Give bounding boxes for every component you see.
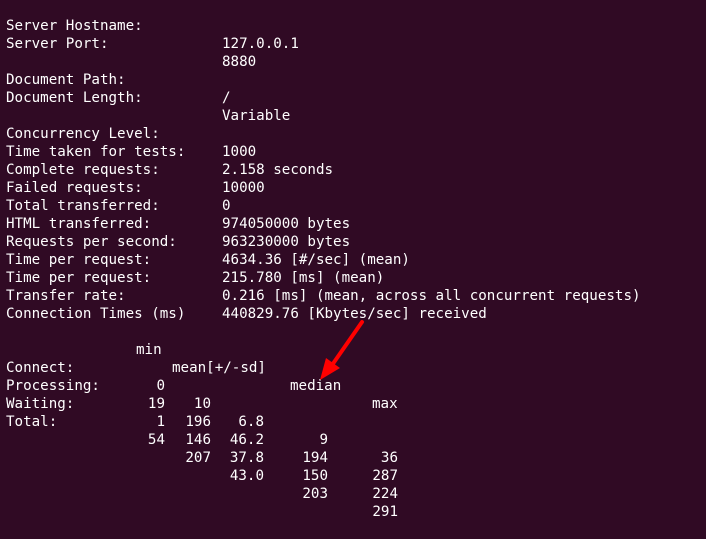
table-row: Processing: 19 196 46.2 194 287 — [6, 359, 398, 484]
cell-mean: 196 — [185, 414, 211, 430]
terminal-window[interactable]: Server Hostname: 127.0.0.1 Server Port: … — [0, 0, 706, 520]
cell-max: 36 — [380, 450, 398, 466]
cell-median: 9 — [319, 432, 328, 448]
cell-max: 287 — [372, 468, 398, 484]
table-row: Total: 54 207 43.0 203 291 — [6, 395, 398, 520]
server-hostname-line: Server Hostname: 127.0.0.1 — [6, 0, 299, 52]
server-port-value: 8880 — [222, 54, 257, 70]
stat-value: 0.216 [ms] (mean, across all concurrent … — [222, 288, 641, 304]
terminal-output: Server Hostname: 127.0.0.1 Server Port: … — [6, 0, 641, 520]
cell-sd: 37.8 — [229, 450, 264, 466]
red-arrow-icon — [320, 320, 364, 380]
stat-value: 215.780 [ms] (mean) — [222, 270, 385, 286]
stat-value: 0 — [222, 198, 231, 214]
table-row: Waiting: 1 146 37.8 150 224 — [6, 377, 398, 502]
cell-median: 194 — [302, 450, 328, 466]
stat-value: 1000 — [222, 144, 257, 160]
connection-times-header: min mean[+/-sd] median max — [6, 323, 398, 412]
cell-mean: 146 — [185, 432, 211, 448]
document-length-line: Document Length: Variable — [6, 71, 290, 124]
stat-value: 974050000 bytes — [222, 216, 351, 232]
stat-line: Concurrency Level: 1000 — [6, 107, 256, 160]
stat-line: Time per request: 0.216 [ms] (mean, acro… — [6, 251, 641, 304]
connection-times-title: Connection Times (ms) — [6, 306, 186, 322]
cell-mean: 207 — [185, 450, 211, 466]
stat-line: HTML transferred: 963230000 bytes — [6, 197, 350, 250]
cell-sd: 6.8 — [238, 414, 264, 430]
stat-value: 4634.36 [#/sec] (mean) — [222, 252, 410, 268]
header-max: max — [372, 396, 398, 412]
table-row: Connect: 0 10 6.8 9 36 — [6, 341, 398, 466]
stat-value: 10000 — [222, 180, 265, 196]
server-port-line: Server Port: 8880 — [6, 17, 256, 70]
stat-line: Requests per second: 4634.36 [#/sec] (me… — [6, 215, 410, 268]
stat-line: Time taken for tests: 2.158 seconds — [6, 125, 333, 178]
cell-median: 203 — [302, 486, 328, 502]
stat-line: Failed requests: 0 — [6, 161, 231, 214]
server-hostname-value: 127.0.0.1 — [222, 36, 299, 52]
stat-line: Time per request: 215.780 [ms] (mean) — [6, 233, 384, 286]
cell-min: 54 — [147, 432, 165, 448]
cell-max: 224 — [372, 486, 398, 502]
stat-line: Complete requests: 10000 — [6, 143, 265, 196]
stat-line: Total transferred: 974050000 bytes — [6, 179, 350, 232]
document-path-value: / — [222, 90, 231, 106]
cell-min: 1 — [156, 414, 165, 430]
cell-sd: 43.0 — [229, 468, 264, 484]
document-path-line: Document Path: / — [6, 53, 231, 106]
cell-sd: 46.2 — [229, 432, 264, 448]
stat-value: 963230000 bytes — [222, 234, 351, 250]
cell-median: 150 — [302, 468, 328, 484]
stat-line: Transfer rate: 440829.76 [Kbytes/sec] re… — [6, 269, 487, 322]
header-mean-sd: mean[+/-sd] — [172, 360, 266, 376]
row-label: Total: — [6, 414, 58, 430]
document-length-value: Variable — [222, 108, 291, 124]
cell-max: 291 — [372, 504, 398, 520]
stat-value: 2.158 seconds — [222, 162, 334, 178]
